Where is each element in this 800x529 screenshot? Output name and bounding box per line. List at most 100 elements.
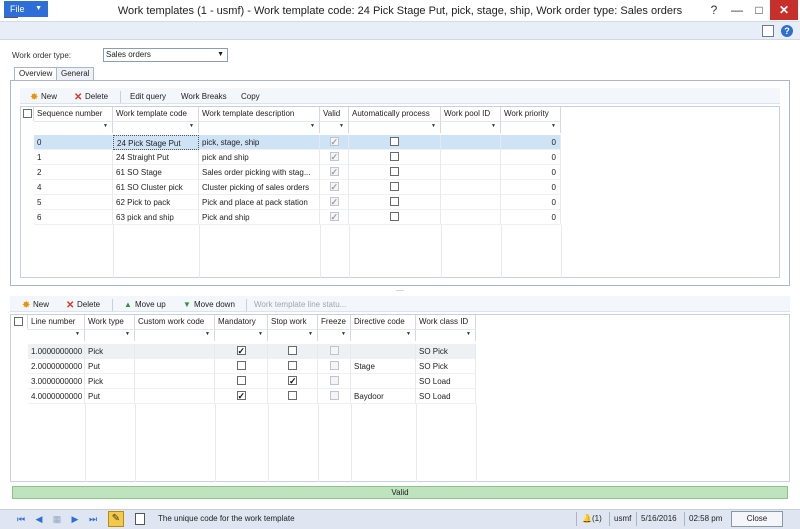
cell-custom-work-code[interactable] xyxy=(135,359,215,374)
cell-work-priority[interactable]: 0 xyxy=(501,135,561,150)
col-directive-code[interactable]: Directive code xyxy=(351,315,416,329)
filter-freeze[interactable] xyxy=(318,329,351,341)
cell-work-template-description[interactable]: Cluster picking of sales orders xyxy=(199,180,320,195)
cell-work-template-code[interactable]: 61 SO Stage xyxy=(113,165,199,180)
cell-mandatory[interactable] xyxy=(215,344,268,359)
work-template-line-status-button[interactable]: Work template line statu... xyxy=(254,298,346,311)
cell-work-type[interactable]: Pick xyxy=(85,344,135,359)
col-line-number[interactable]: Line number xyxy=(28,315,85,329)
cell-mandatory[interactable] xyxy=(215,359,268,374)
cell-sequence-number[interactable]: 4 xyxy=(34,180,113,195)
cell-sequence-number[interactable]: 5 xyxy=(34,195,113,210)
mandatory-checkbox[interactable] xyxy=(236,344,246,358)
col-freeze[interactable]: Freeze xyxy=(318,315,351,329)
auto-process-checkbox[interactable] xyxy=(390,152,399,161)
cell-line-number[interactable]: 4.0000000000 xyxy=(28,389,85,404)
help-icon[interactable]: ? xyxy=(781,25,793,37)
layout-icon[interactable] xyxy=(762,25,774,37)
cell-work-template-description[interactable]: pick and ship xyxy=(199,150,320,165)
col-stop-work[interactable]: Stop work xyxy=(268,315,318,329)
filter-work-template-code[interactable] xyxy=(113,121,199,133)
cell-work-pool-id[interactable] xyxy=(441,135,501,150)
filter-work-class-id[interactable] xyxy=(416,329,476,341)
document-icon[interactable] xyxy=(135,513,145,525)
close-button[interactable]: Close xyxy=(731,511,783,527)
cell-line-number[interactable]: 1.0000000000 xyxy=(28,344,85,359)
select-all-checkbox[interactable] xyxy=(14,317,23,326)
cell-work-priority[interactable]: 0 xyxy=(501,165,561,180)
cell-work-class-id[interactable]: SO Load xyxy=(416,374,476,389)
previous-record-icon[interactable]: ◀ xyxy=(33,513,45,525)
window-close-button[interactable]: ✕ xyxy=(770,0,798,20)
filter-work-template-description[interactable] xyxy=(199,121,320,133)
cell-automatically-process[interactable] xyxy=(349,195,441,210)
tab-overview[interactable]: Overview xyxy=(14,67,58,81)
cell-work-pool-id[interactable] xyxy=(441,210,501,225)
cell-custom-work-code[interactable] xyxy=(135,374,215,389)
auto-process-checkbox[interactable] xyxy=(390,197,399,206)
cell-sequence-number[interactable]: 2 xyxy=(34,165,113,180)
move-up-button[interactable]: ▲ Move up xyxy=(124,298,166,311)
cell-work-template-code[interactable]: 63 pick and ship xyxy=(113,210,199,225)
cell-work-class-id[interactable]: SO Pick xyxy=(416,344,476,359)
cell-work-class-id[interactable]: SO Load xyxy=(416,389,476,404)
select-all-header[interactable] xyxy=(11,315,28,329)
pane-splitter[interactable]: .... xyxy=(10,286,790,293)
cell-automatically-process[interactable] xyxy=(349,150,441,165)
cell-work-pool-id[interactable] xyxy=(441,150,501,165)
work-breaks-button[interactable]: Work Breaks xyxy=(181,90,227,103)
filter-automatically-process[interactable] xyxy=(349,121,441,133)
mandatory-checkbox[interactable] xyxy=(236,376,246,385)
col-automatically-process[interactable]: Automatically process xyxy=(349,107,441,121)
last-record-icon[interactable]: ⏭ xyxy=(87,513,99,525)
cell-directive-code[interactable] xyxy=(351,344,416,359)
cell-automatically-process[interactable] xyxy=(349,135,441,150)
col-valid[interactable]: Valid xyxy=(320,107,349,121)
col-work-type[interactable]: Work type xyxy=(85,315,135,329)
col-work-template-description[interactable]: Work template description xyxy=(199,107,320,121)
cell-automatically-process[interactable] xyxy=(349,180,441,195)
stop-work-checkbox[interactable] xyxy=(288,391,297,400)
cell-work-template-description[interactable]: Pick and place at pack station xyxy=(199,195,320,210)
filter-work-type[interactable] xyxy=(85,329,135,341)
col-mandatory[interactable]: Mandatory xyxy=(215,315,268,329)
filter-mandatory[interactable] xyxy=(215,329,268,341)
mandatory-checkbox[interactable] xyxy=(236,389,246,403)
cell-stop-work[interactable] xyxy=(268,374,318,389)
cell-work-type[interactable]: Pick xyxy=(85,374,135,389)
help-button[interactable]: ? xyxy=(704,0,724,20)
filter-sequence-number[interactable] xyxy=(34,121,113,133)
auto-process-checkbox[interactable] xyxy=(390,167,399,176)
cell-automatically-process[interactable] xyxy=(349,210,441,225)
cell-work-template-description[interactable]: pick, stage, ship xyxy=(199,135,320,150)
cell-work-pool-id[interactable] xyxy=(441,165,501,180)
cell-sequence-number[interactable]: 1 xyxy=(34,150,113,165)
cell-work-priority[interactable]: 0 xyxy=(501,195,561,210)
cell-work-template-code[interactable]: 62 Pick to pack xyxy=(113,195,199,210)
cell-sequence-number[interactable]: 0 xyxy=(34,135,113,150)
col-work-pool-id[interactable]: Work pool ID xyxy=(441,107,501,121)
cell-work-template-description[interactable]: Sales order picking with stag... xyxy=(199,165,320,180)
work-order-type-select[interactable]: Sales orders ▼ xyxy=(103,48,228,62)
cell-work-template-code[interactable]: 24 Straight Put xyxy=(113,150,199,165)
col-work-priority[interactable]: Work priority xyxy=(501,107,561,121)
move-down-button[interactable]: ▼ Move down xyxy=(183,298,235,311)
new-line-button[interactable]: ✸ New xyxy=(22,298,49,311)
grid-view-icon[interactable]: ▦ xyxy=(51,513,63,525)
cell-work-type[interactable]: Put xyxy=(85,389,135,404)
cell-mandatory[interactable] xyxy=(215,374,268,389)
filter-work-pool-id[interactable] xyxy=(441,121,501,133)
filter-valid[interactable] xyxy=(320,121,349,133)
cell-custom-work-code[interactable] xyxy=(135,344,215,359)
cell-work-pool-id[interactable] xyxy=(441,180,501,195)
company-indicator[interactable]: usmf xyxy=(614,514,631,523)
first-record-icon[interactable]: ⏮ xyxy=(15,513,27,525)
next-record-icon[interactable]: ▶ xyxy=(69,513,81,525)
cell-work-priority[interactable]: 0 xyxy=(501,210,561,225)
cell-automatically-process[interactable] xyxy=(349,165,441,180)
cell-line-number[interactable]: 2.0000000000 xyxy=(28,359,85,374)
file-menu-button[interactable]: File ▼ xyxy=(4,1,48,17)
cell-sequence-number[interactable]: 6 xyxy=(34,210,113,225)
edit-query-button[interactable]: Edit query xyxy=(130,90,166,103)
cell-stop-work[interactable] xyxy=(268,344,318,359)
